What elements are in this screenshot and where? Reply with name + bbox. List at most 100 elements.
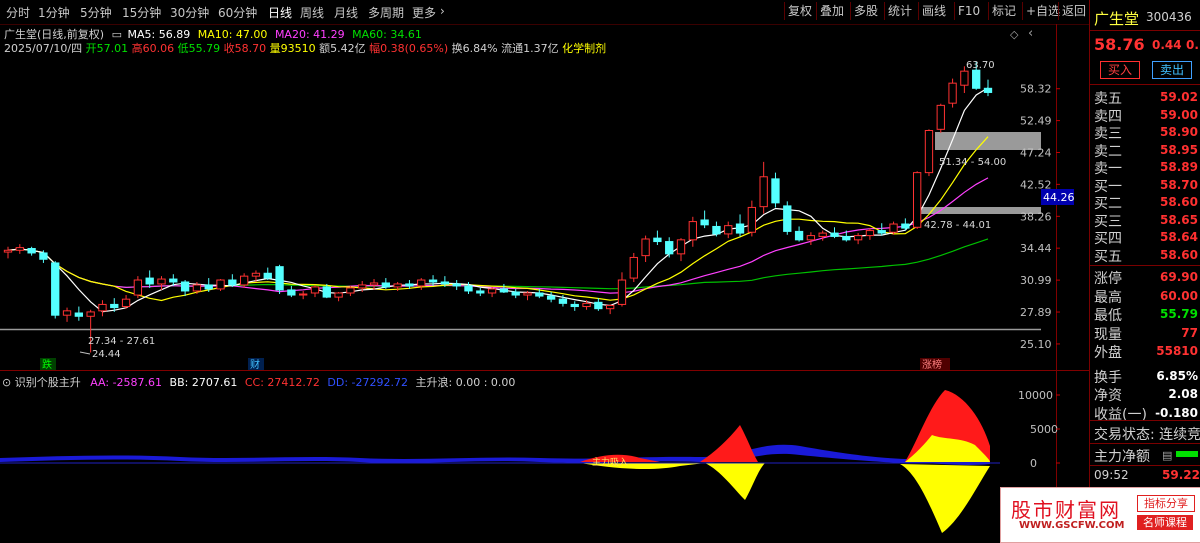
candle <box>287 285 296 298</box>
candle <box>27 246 36 256</box>
order-book-row[interactable]: 买五 58.60 <box>1094 246 1198 265</box>
order-book-row[interactable]: 卖二 58.95 <box>1094 141 1198 160</box>
candle <box>665 237 674 258</box>
kline-chart[interactable]: 44.26 58.32 52.49 47.24 42.52 38.26 34.44 30.9… <box>0 0 1089 541</box>
candle <box>133 276 143 299</box>
indicator-plot: 主力吸入 <box>0 390 1000 533</box>
stock-code: 300436 <box>1146 10 1192 24</box>
y-tick-label: 58.32 <box>1020 83 1052 96</box>
ma-lines <box>7 87 989 313</box>
indicator-fill-yellow-1 <box>580 463 765 500</box>
candle <box>228 274 237 287</box>
stat-label: 现量 <box>1094 326 1122 343</box>
stat-value: 55.79 <box>1160 307 1198 321</box>
price-pct: 0. <box>1186 38 1199 52</box>
stat-row: 净资 2.08 <box>1094 385 1198 404</box>
order-book-row[interactable]: 卖三 58.90 <box>1094 123 1198 142</box>
stat-value: -0.180 <box>1155 405 1198 420</box>
order-book-row[interactable]: 卖四 59.00 <box>1094 106 1198 125</box>
stat-row: 最高 60.00 <box>1094 287 1198 306</box>
annotation-gap-lower: 42.78 - 44.01 <box>924 220 991 231</box>
y-tick-label: 27.89 <box>1020 306 1052 319</box>
stat-row: 收益(一) -0.180 <box>1094 404 1198 423</box>
price-marker: 44.26 <box>1043 191 1075 204</box>
candle <box>476 287 485 297</box>
list-icon[interactable]: ▤ <box>1162 449 1172 462</box>
candle <box>712 221 721 237</box>
main-net-label[interactable]: 主力净额 <box>1094 446 1150 466</box>
y-tick-label: 30.99 <box>1020 274 1052 287</box>
candle <box>853 233 863 245</box>
order-book-row[interactable]: 买二 58.60 <box>1094 193 1198 212</box>
y-tick-label: 52.49 <box>1020 115 1052 128</box>
candle <box>3 246 13 259</box>
candle <box>417 278 426 290</box>
candle <box>180 280 190 297</box>
y-tick-label: 25.10 <box>1020 338 1052 351</box>
stat-row: 最低 55.79 <box>1094 305 1198 324</box>
indicator-overlay-label: 主力吸入 <box>592 456 628 468</box>
candle <box>487 286 497 298</box>
marker-zhangbang[interactable]: 涨榜 <box>922 358 942 371</box>
sell-button[interactable]: 卖出 <box>1152 61 1192 79</box>
trade-state: 交易状态: 连续竞 <box>1094 427 1200 443</box>
stat-label: 涨停 <box>1094 271 1122 287</box>
order-book-row[interactable]: 卖五 59.02 <box>1094 88 1198 107</box>
candle <box>912 171 922 229</box>
stat-value: 77 <box>1181 325 1198 340</box>
candle <box>688 216 697 247</box>
marker-cai[interactable]: 财 <box>250 358 260 371</box>
candle <box>570 301 579 311</box>
stat-row: 外盘 55810 <box>1094 342 1198 361</box>
candle <box>806 232 816 246</box>
candle <box>62 307 72 322</box>
order-book-row[interactable]: 买四 58.64 <box>1094 228 1198 247</box>
stat-label: 换手 <box>1094 369 1122 386</box>
indicator-fill-yellow-2 <box>900 464 990 533</box>
order-book-row[interactable]: 卖一 58.89 <box>1094 158 1198 177</box>
marker-die[interactable]: 跌 <box>42 358 52 371</box>
candle <box>771 172 780 208</box>
candle <box>275 264 284 295</box>
candle <box>15 244 24 254</box>
stock-name: 广生堂 <box>1094 10 1140 28</box>
candle <box>216 279 225 291</box>
candle <box>617 272 627 307</box>
annotation-gap-bottom: 27.34 - 27.61 <box>88 336 155 347</box>
candle <box>924 129 934 177</box>
candle <box>653 230 662 246</box>
ma20-line <box>7 177 989 294</box>
candle <box>299 290 308 300</box>
order-book-row[interactable]: 买三 58.65 <box>1094 211 1198 230</box>
buy-button[interactable]: 买入 <box>1100 61 1140 79</box>
annotation-gap-upper: 51.34 - 54.00 <box>939 157 1006 168</box>
candle <box>499 283 509 293</box>
candle <box>263 267 272 281</box>
order-book-price: 58.90 <box>1160 125 1198 139</box>
candle <box>724 221 733 239</box>
y-tick-label: 42.52 <box>1020 178 1052 191</box>
candle <box>936 103 945 133</box>
order-book-price: 59.02 <box>1160 90 1198 104</box>
candle <box>901 218 910 231</box>
ma5-line <box>7 87 989 313</box>
candle <box>51 261 60 319</box>
candle <box>121 295 131 309</box>
order-book-row[interactable]: 买一 58.70 <box>1094 176 1198 195</box>
candle <box>865 228 875 240</box>
candle <box>334 291 343 302</box>
quote-panel: 广生堂 300436 58.76 0.44 0. 买入 卖出 卖五 59.02 卖四… <box>1089 0 1200 541</box>
indicator-tick-label: 5000 <box>1030 423 1058 436</box>
annotation-low: 24.44 <box>92 349 121 360</box>
price-change: 0.44 <box>1152 38 1182 52</box>
indicator-band-blue <box>0 444 990 465</box>
order-book-price: 58.70 <box>1160 177 1198 192</box>
site-watermark: 股市财富网 WWW.GSCFW.COM 指标分享 名师课程 <box>1000 487 1200 543</box>
candle <box>700 210 709 229</box>
candle <box>759 161 768 214</box>
candle <box>346 285 355 297</box>
candle <box>98 300 107 317</box>
order-book-price: 58.60 <box>1160 195 1198 209</box>
indicator-fill-red-2 <box>700 425 758 462</box>
y-tick-label: 38.26 <box>1020 210 1052 223</box>
